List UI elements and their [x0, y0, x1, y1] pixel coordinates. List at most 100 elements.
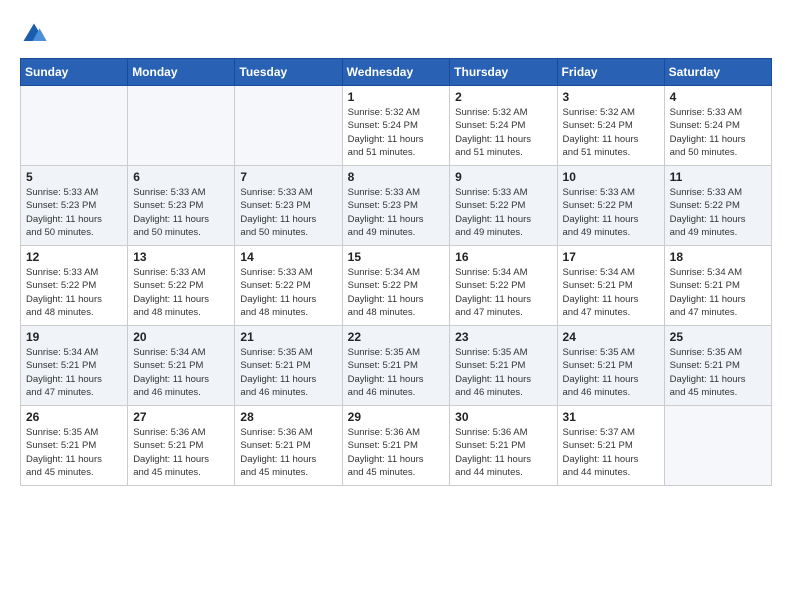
calendar-cell: 17 Sunrise: 5:34 AM Sunset: 5:21 PM Dayli… — [557, 246, 664, 326]
weekday-header-row: SundayMondayTuesdayWednesdayThursdayFrid… — [21, 59, 772, 86]
day-info: Sunrise: 5:35 AM Sunset: 5:21 PM Dayligh… — [240, 346, 336, 399]
day-number: 6 — [133, 170, 229, 184]
day-number: 2 — [455, 90, 551, 104]
day-number: 22 — [348, 330, 445, 344]
calendar-week-row: 19 Sunrise: 5:34 AM Sunset: 5:21 PM Dayli… — [21, 326, 772, 406]
day-info: Sunrise: 5:33 AM Sunset: 5:22 PM Dayligh… — [563, 186, 659, 239]
day-number: 12 — [26, 250, 122, 264]
calendar-week-row: 26 Sunrise: 5:35 AM Sunset: 5:21 PM Dayli… — [21, 406, 772, 486]
calendar-cell: 13 Sunrise: 5:33 AM Sunset: 5:22 PM Dayli… — [128, 246, 235, 326]
calendar-cell: 10 Sunrise: 5:33 AM Sunset: 5:22 PM Dayli… — [557, 166, 664, 246]
weekday-header: Thursday — [450, 59, 557, 86]
day-number: 5 — [26, 170, 122, 184]
day-number: 27 — [133, 410, 229, 424]
calendar-cell: 14 Sunrise: 5:33 AM Sunset: 5:22 PM Dayli… — [235, 246, 342, 326]
calendar-week-row: 5 Sunrise: 5:33 AM Sunset: 5:23 PM Daylig… — [21, 166, 772, 246]
day-number: 17 — [563, 250, 659, 264]
day-info: Sunrise: 5:35 AM Sunset: 5:21 PM Dayligh… — [670, 346, 766, 399]
calendar-cell: 22 Sunrise: 5:35 AM Sunset: 5:21 PM Dayli… — [342, 326, 450, 406]
calendar-cell: 19 Sunrise: 5:34 AM Sunset: 5:21 PM Dayli… — [21, 326, 128, 406]
day-number: 9 — [455, 170, 551, 184]
calendar-cell: 20 Sunrise: 5:34 AM Sunset: 5:21 PM Dayli… — [128, 326, 235, 406]
day-info: Sunrise: 5:33 AM Sunset: 5:22 PM Dayligh… — [455, 186, 551, 239]
weekday-header: Saturday — [664, 59, 771, 86]
day-number: 1 — [348, 90, 445, 104]
day-info: Sunrise: 5:34 AM Sunset: 5:22 PM Dayligh… — [348, 266, 445, 319]
day-info: Sunrise: 5:35 AM Sunset: 5:21 PM Dayligh… — [563, 346, 659, 399]
day-info: Sunrise: 5:33 AM Sunset: 5:24 PM Dayligh… — [670, 106, 766, 159]
calendar-cell: 12 Sunrise: 5:33 AM Sunset: 5:22 PM Dayli… — [21, 246, 128, 326]
day-info: Sunrise: 5:35 AM Sunset: 5:21 PM Dayligh… — [348, 346, 445, 399]
calendar-cell: 7 Sunrise: 5:33 AM Sunset: 5:23 PM Daylig… — [235, 166, 342, 246]
day-info: Sunrise: 5:36 AM Sunset: 5:21 PM Dayligh… — [133, 426, 229, 479]
day-number: 19 — [26, 330, 122, 344]
calendar-cell: 11Sunrise: 5:33 AM Sunset: 5:22 PM Dayli… — [664, 166, 771, 246]
day-info: Sunrise: 5:32 AM Sunset: 5:24 PM Dayligh… — [348, 106, 445, 159]
calendar-cell — [664, 406, 771, 486]
day-number: 13 — [133, 250, 229, 264]
calendar-cell: 31Sunrise: 5:37 AM Sunset: 5:21 PM Dayli… — [557, 406, 664, 486]
day-number: 3 — [563, 90, 659, 104]
day-info: Sunrise: 5:37 AM Sunset: 5:21 PM Dayligh… — [563, 426, 659, 479]
calendar-cell — [21, 86, 128, 166]
calendar-cell: 1 Sunrise: 5:32 AM Sunset: 5:24 PM Daylig… — [342, 86, 450, 166]
day-info: Sunrise: 5:34 AM Sunset: 5:22 PM Dayligh… — [455, 266, 551, 319]
day-number: 18 — [670, 250, 766, 264]
calendar-cell: 24 Sunrise: 5:35 AM Sunset: 5:21 PM Dayli… — [557, 326, 664, 406]
day-info: Sunrise: 5:34 AM Sunset: 5:21 PM Dayligh… — [26, 346, 122, 399]
day-info: Sunrise: 5:33 AM Sunset: 5:22 PM Dayligh… — [26, 266, 122, 319]
day-info: Sunrise: 5:33 AM Sunset: 5:23 PM Dayligh… — [133, 186, 229, 239]
day-number: 24 — [563, 330, 659, 344]
calendar-cell: 5 Sunrise: 5:33 AM Sunset: 5:23 PM Daylig… — [21, 166, 128, 246]
calendar-cell: 6 Sunrise: 5:33 AM Sunset: 5:23 PM Daylig… — [128, 166, 235, 246]
day-number: 30 — [455, 410, 551, 424]
calendar-cell — [128, 86, 235, 166]
calendar-week-row: 1 Sunrise: 5:32 AM Sunset: 5:24 PM Daylig… — [21, 86, 772, 166]
day-info: Sunrise: 5:35 AM Sunset: 5:21 PM Dayligh… — [455, 346, 551, 399]
day-info: Sunrise: 5:32 AM Sunset: 5:24 PM Dayligh… — [563, 106, 659, 159]
day-number: 14 — [240, 250, 336, 264]
calendar-cell: 30 Sunrise: 5:36 AM Sunset: 5:21 PM Dayli… — [450, 406, 557, 486]
day-info: Sunrise: 5:33 AM Sunset: 5:23 PM Dayligh… — [240, 186, 336, 239]
day-info: Sunrise: 5:35 AM Sunset: 5:21 PM Dayligh… — [26, 426, 122, 479]
calendar-cell: 4 Sunrise: 5:33 AM Sunset: 5:24 PM Daylig… — [664, 86, 771, 166]
day-number: 10 — [563, 170, 659, 184]
day-number: 7 — [240, 170, 336, 184]
calendar-cell: 3 Sunrise: 5:32 AM Sunset: 5:24 PM Daylig… — [557, 86, 664, 166]
calendar-cell: 27 Sunrise: 5:36 AM Sunset: 5:21 PM Dayli… — [128, 406, 235, 486]
weekday-header: Wednesday — [342, 59, 450, 86]
calendar-cell: 28 Sunrise: 5:36 AM Sunset: 5:21 PM Dayli… — [235, 406, 342, 486]
day-number: 20 — [133, 330, 229, 344]
day-number: 23 — [455, 330, 551, 344]
day-info: Sunrise: 5:34 AM Sunset: 5:21 PM Dayligh… — [670, 266, 766, 319]
weekday-header: Tuesday — [235, 59, 342, 86]
day-number: 26 — [26, 410, 122, 424]
calendar-cell: 26 Sunrise: 5:35 AM Sunset: 5:21 PM Dayli… — [21, 406, 128, 486]
day-number: 4 — [670, 90, 766, 104]
day-info: Sunrise: 5:33 AM Sunset: 5:22 PM Dayligh… — [133, 266, 229, 319]
day-info: Sunrise: 5:33 AM Sunset: 5:23 PM Dayligh… — [26, 186, 122, 239]
day-info: Sunrise: 5:36 AM Sunset: 5:21 PM Dayligh… — [240, 426, 336, 479]
day-info: Sunrise: 5:33 AM Sunset: 5:22 PM Dayligh… — [240, 266, 336, 319]
page-header — [20, 20, 772, 48]
day-info: Sunrise: 5:34 AM Sunset: 5:21 PM Dayligh… — [133, 346, 229, 399]
day-number: 15 — [348, 250, 445, 264]
day-number: 8 — [348, 170, 445, 184]
calendar-cell: 21Sunrise: 5:35 AM Sunset: 5:21 PM Dayli… — [235, 326, 342, 406]
day-number: 28 — [240, 410, 336, 424]
day-info: Sunrise: 5:36 AM Sunset: 5:21 PM Dayligh… — [455, 426, 551, 479]
day-info: Sunrise: 5:34 AM Sunset: 5:21 PM Dayligh… — [563, 266, 659, 319]
day-number: 11 — [670, 170, 766, 184]
day-info: Sunrise: 5:32 AM Sunset: 5:24 PM Dayligh… — [455, 106, 551, 159]
weekday-header: Monday — [128, 59, 235, 86]
weekday-header: Sunday — [21, 59, 128, 86]
calendar-cell: 15 Sunrise: 5:34 AM Sunset: 5:22 PM Dayli… — [342, 246, 450, 326]
calendar-cell: 8 Sunrise: 5:33 AM Sunset: 5:23 PM Daylig… — [342, 166, 450, 246]
calendar-table: SundayMondayTuesdayWednesdayThursdayFrid… — [20, 58, 772, 486]
calendar-week-row: 12 Sunrise: 5:33 AM Sunset: 5:22 PM Dayli… — [21, 246, 772, 326]
day-number: 29 — [348, 410, 445, 424]
day-info: Sunrise: 5:33 AM Sunset: 5:23 PM Dayligh… — [348, 186, 445, 239]
calendar-cell — [235, 86, 342, 166]
calendar-cell: 23 Sunrise: 5:35 AM Sunset: 5:21 PM Dayli… — [450, 326, 557, 406]
logo-icon — [20, 20, 48, 48]
